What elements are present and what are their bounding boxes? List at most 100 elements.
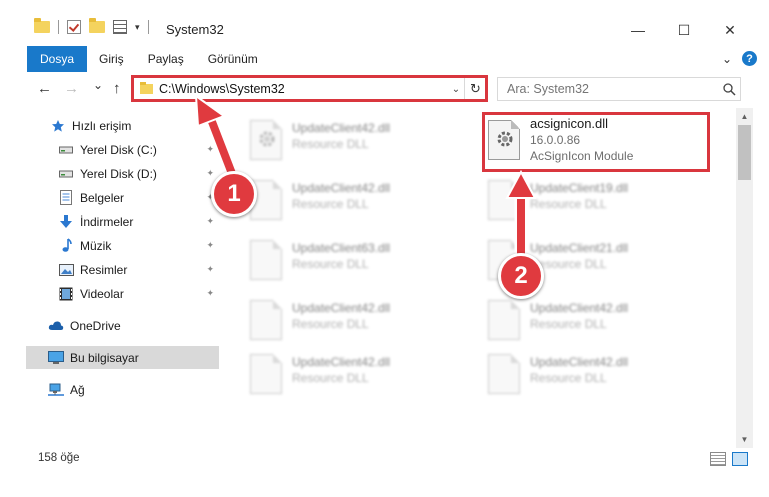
network-icon bbox=[48, 382, 64, 398]
list-item[interactable]: UpdateClient42.dll Resource DLL bbox=[246, 174, 466, 230]
file-name: UpdateClient42.dll bbox=[530, 301, 629, 315]
sidebar-item-label: OneDrive bbox=[70, 318, 121, 333]
sidebar-item-this-pc[interactable]: Bu bilgisayar bbox=[26, 346, 219, 369]
file-type: Resource DLL bbox=[530, 257, 607, 271]
file-type: Resource DLL bbox=[292, 257, 369, 271]
list-item[interactable]: UpdateClient42.dll Resource DLL bbox=[484, 348, 704, 404]
dll-file-icon bbox=[484, 174, 524, 222]
folder-icon bbox=[34, 18, 50, 33]
up-button[interactable]: ↑ bbox=[113, 80, 121, 97]
file-type: Resource DLL bbox=[530, 197, 607, 211]
customize-list-icon[interactable] bbox=[113, 20, 127, 34]
pin-icon[interactable]: ✦ bbox=[206, 264, 214, 275]
dll-file-icon bbox=[246, 114, 286, 162]
file-name: UpdateClient19.dll bbox=[530, 181, 629, 195]
quick-access-toolbar: ▾ bbox=[34, 18, 149, 34]
tab-view[interactable]: Görünüm bbox=[196, 46, 270, 72]
sidebar-item-pictures[interactable]: Resimler ✦ bbox=[26, 258, 219, 281]
sidebar-item-label: Ağ bbox=[70, 382, 85, 397]
recent-locations-button[interactable]: ⌄ bbox=[93, 78, 103, 92]
vertical-scrollbar[interactable]: ▲ ▼ bbox=[736, 108, 753, 448]
list-item-acsignicon[interactable]: acsignicon.dll 16.0.0.86 AcSignIcon Module bbox=[484, 114, 704, 170]
sidebar-item-label: Videolar bbox=[80, 286, 124, 301]
sidebar-item-documents[interactable]: Belgeler ✦ bbox=[26, 186, 219, 209]
tab-home[interactable]: Giriş bbox=[87, 46, 136, 72]
sidebar-item-local-disk-d[interactable]: Yerel Disk (D:) ✦ bbox=[26, 162, 219, 185]
computer-icon bbox=[48, 350, 64, 366]
ribbon-tabs: Dosya Giriş Paylaş Görünüm ⌄ ? bbox=[0, 46, 769, 72]
file-name: UpdateClient42.dll bbox=[292, 181, 391, 195]
sidebar-item-videos[interactable]: Videolar ✦ bbox=[26, 282, 219, 305]
sidebar-item-label: Yerel Disk (C:) bbox=[80, 142, 157, 157]
help-icon[interactable]: ? bbox=[742, 51, 757, 66]
list-item[interactable]: UpdateClient42.dll Resource DLL bbox=[246, 294, 466, 350]
address-path[interactable]: C:\Windows\System32 bbox=[159, 82, 448, 96]
pin-icon[interactable]: ✦ bbox=[206, 144, 214, 155]
pin-icon[interactable]: ✦ bbox=[206, 216, 214, 227]
sidebar-item-label: Belgeler bbox=[80, 190, 125, 205]
sidebar-item-music[interactable]: Müzik ✦ bbox=[26, 234, 219, 257]
step-badge-2: 2 bbox=[498, 253, 544, 299]
sidebar-item-downloads[interactable]: İndirmeler ✦ bbox=[26, 210, 219, 233]
file-list: UpdateClient42.dll Resource DLL acsignico… bbox=[236, 108, 736, 448]
star-icon bbox=[50, 118, 66, 134]
search-icon[interactable] bbox=[718, 82, 740, 96]
address-bar[interactable]: C:\Windows\System32 ⌄ ↻ bbox=[133, 77, 487, 101]
address-dropdown-icon[interactable]: ⌄ bbox=[448, 84, 464, 95]
search-input[interactable] bbox=[507, 82, 718, 96]
list-item[interactable]: UpdateClient63.dll Resource DLL bbox=[246, 234, 466, 290]
dll-file-icon bbox=[484, 294, 524, 342]
sidebar-item-network[interactable]: Ağ bbox=[26, 378, 219, 401]
sidebar-item-onedrive[interactable]: OneDrive bbox=[26, 314, 219, 337]
list-item[interactable]: UpdateClient42.dll Resource DLL bbox=[484, 294, 704, 350]
sidebar-item-local-disk-c[interactable]: Yerel Disk (C:) ✦ bbox=[26, 138, 219, 161]
pin-icon[interactable]: ✦ bbox=[206, 288, 214, 299]
tab-file[interactable]: Dosya bbox=[27, 46, 88, 72]
file-name: UpdateClient42.dll bbox=[530, 355, 629, 369]
details-view-icon[interactable] bbox=[710, 452, 726, 466]
search-box[interactable] bbox=[497, 77, 741, 101]
qat-dropdown-icon[interactable]: ▾ bbox=[135, 22, 140, 33]
file-type: Resource DLL bbox=[292, 371, 369, 385]
sidebar-item-quick-access[interactable]: Hızlı erişim bbox=[26, 114, 219, 137]
list-item[interactable]: UpdateClient42.dll Resource DLL bbox=[246, 348, 466, 404]
file-type: Resource DLL bbox=[292, 317, 369, 331]
tab-share[interactable]: Paylaş bbox=[136, 46, 196, 72]
minimize-button[interactable]: — bbox=[628, 20, 648, 40]
scroll-down-icon[interactable]: ▼ bbox=[736, 431, 753, 448]
pin-icon[interactable]: ✦ bbox=[206, 240, 214, 251]
file-name: UpdateClient42.dll bbox=[292, 121, 391, 135]
back-button[interactable]: ← bbox=[37, 80, 52, 97]
close-button[interactable]: ✕ bbox=[720, 20, 740, 40]
file-name: UpdateClient63.dll bbox=[292, 241, 391, 255]
file-type: Resource DLL bbox=[530, 371, 607, 385]
sidebar-item-label: Bu bilgisayar bbox=[70, 350, 139, 365]
file-name: acsignicon.dll bbox=[530, 116, 609, 131]
file-type: Resource DLL bbox=[530, 317, 607, 331]
dll-file-icon bbox=[484, 114, 524, 162]
pin-icon[interactable]: ✦ bbox=[206, 168, 214, 179]
file-name: UpdateClient42.dll bbox=[292, 355, 391, 369]
new-folder-icon[interactable] bbox=[89, 18, 105, 33]
sidebar-item-label: İndirmeler bbox=[80, 214, 134, 229]
properties-check-icon[interactable] bbox=[67, 20, 81, 34]
file-version: 16.0.0.86 bbox=[530, 133, 581, 147]
drive-icon bbox=[58, 166, 74, 182]
large-icons-view-icon[interactable] bbox=[732, 452, 748, 466]
video-icon bbox=[58, 286, 74, 302]
scrollbar-thumb[interactable] bbox=[738, 125, 751, 180]
drive-icon bbox=[58, 142, 74, 158]
maximize-button[interactable]: ☐ bbox=[674, 20, 694, 40]
list-item[interactable]: UpdateClient42.dll Resource DLL bbox=[246, 114, 466, 170]
cloud-icon bbox=[48, 318, 64, 334]
refresh-button[interactable]: ↻ bbox=[464, 78, 486, 100]
forward-button[interactable]: → bbox=[64, 80, 79, 97]
file-type: Resource DLL bbox=[292, 197, 369, 211]
download-icon bbox=[58, 214, 74, 230]
window-title: System32 bbox=[166, 22, 224, 37]
list-item[interactable]: UpdateClient19.dll Resource DLL bbox=[484, 174, 704, 230]
file-type: Resource DLL bbox=[292, 137, 369, 151]
scroll-up-icon[interactable]: ▲ bbox=[736, 108, 753, 125]
ribbon-expand-icon[interactable]: ⌄ bbox=[722, 52, 732, 66]
title-bar: ▾ System32 — ☐ ✕ bbox=[0, 0, 769, 46]
